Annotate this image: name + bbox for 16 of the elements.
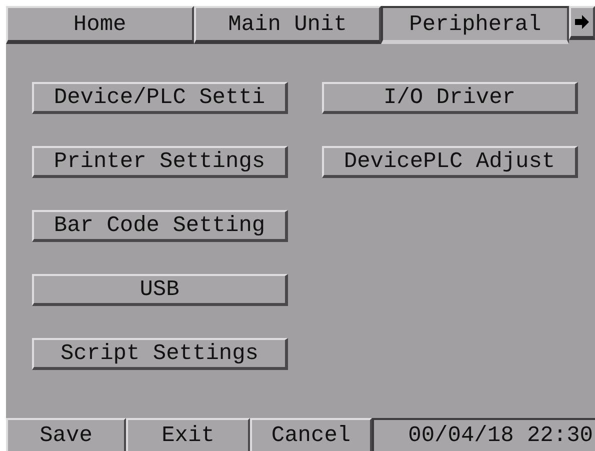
menu-button[interactable]: Script Settings <box>32 338 288 370</box>
menu-button[interactable]: Bar Code Setting <box>32 210 288 242</box>
footer-button[interactable]: Exit <box>126 418 250 451</box>
tab[interactable]: Main Unit <box>194 6 382 44</box>
menu-button[interactable]: Device/PLC Setti <box>32 82 288 114</box>
arrow-right-icon <box>575 15 590 29</box>
footer-button[interactable]: Cancel <box>250 418 372 451</box>
next-tab-button[interactable] <box>569 6 595 40</box>
tab[interactable]: Peripheral <box>381 6 570 44</box>
menu-button[interactable]: USB <box>32 274 288 306</box>
menu-button[interactable]: I/O Driver <box>322 82 578 114</box>
menu-button[interactable]: DevicePLC Adjust <box>322 146 578 178</box>
date-time: 00/04/18 22:30 <box>372 418 595 451</box>
footer-button[interactable]: Save <box>6 418 126 451</box>
menu-button[interactable]: Printer Settings <box>32 146 288 178</box>
tab[interactable]: Home <box>6 6 194 44</box>
